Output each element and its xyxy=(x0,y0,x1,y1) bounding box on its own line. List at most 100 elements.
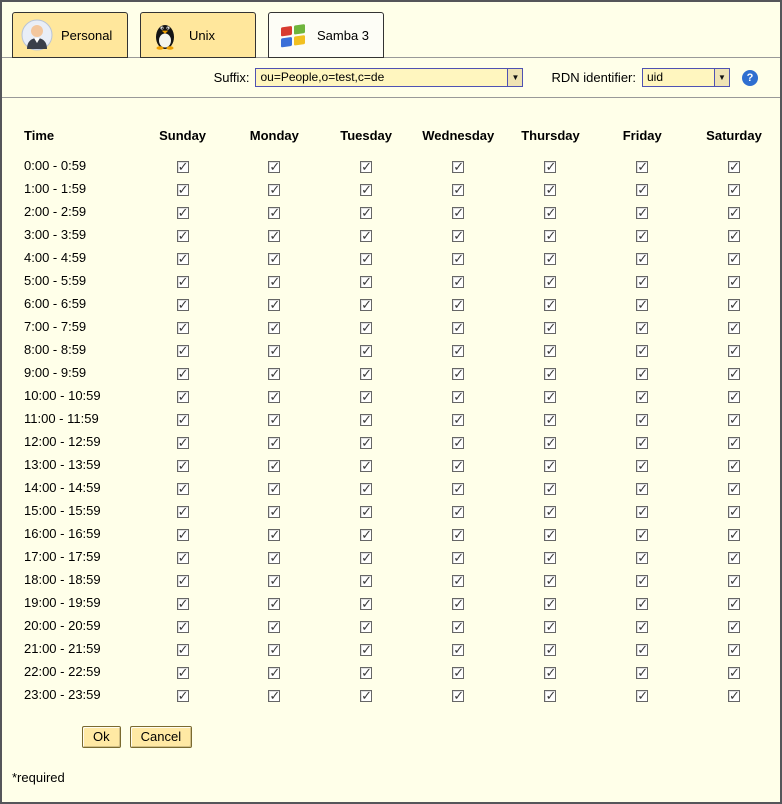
hour-checkbox[interactable] xyxy=(728,414,740,426)
hour-checkbox[interactable] xyxy=(268,322,280,334)
hour-checkbox[interactable] xyxy=(728,161,740,173)
hour-checkbox[interactable] xyxy=(452,598,464,610)
hour-checkbox[interactable] xyxy=(268,667,280,679)
hour-checkbox[interactable] xyxy=(728,644,740,656)
hour-checkbox[interactable] xyxy=(636,161,648,173)
hour-checkbox[interactable] xyxy=(268,552,280,564)
hour-checkbox[interactable] xyxy=(728,437,740,449)
hour-checkbox[interactable] xyxy=(452,345,464,357)
hour-checkbox[interactable] xyxy=(452,414,464,426)
hour-checkbox[interactable] xyxy=(728,506,740,518)
hour-checkbox[interactable] xyxy=(636,299,648,311)
hour-checkbox[interactable] xyxy=(636,368,648,380)
hour-checkbox[interactable] xyxy=(728,483,740,495)
hour-checkbox[interactable] xyxy=(452,322,464,334)
hour-checkbox[interactable] xyxy=(360,276,372,288)
hour-checkbox[interactable] xyxy=(177,437,189,449)
hour-checkbox[interactable] xyxy=(268,345,280,357)
hour-checkbox[interactable] xyxy=(177,483,189,495)
hour-checkbox[interactable] xyxy=(360,529,372,541)
hour-checkbox[interactable] xyxy=(636,690,648,702)
hour-checkbox[interactable] xyxy=(544,414,556,426)
hour-checkbox[interactable] xyxy=(452,552,464,564)
hour-checkbox[interactable] xyxy=(636,276,648,288)
hour-checkbox[interactable] xyxy=(636,667,648,679)
hour-checkbox[interactable] xyxy=(452,621,464,633)
hour-checkbox[interactable] xyxy=(268,276,280,288)
hour-checkbox[interactable] xyxy=(177,184,189,196)
hour-checkbox[interactable] xyxy=(728,322,740,334)
hour-checkbox[interactable] xyxy=(268,575,280,587)
hour-checkbox[interactable] xyxy=(360,552,372,564)
hour-checkbox[interactable] xyxy=(636,529,648,541)
hour-checkbox[interactable] xyxy=(268,299,280,311)
hour-checkbox[interactable] xyxy=(360,621,372,633)
hour-checkbox[interactable] xyxy=(268,506,280,518)
hour-checkbox[interactable] xyxy=(360,575,372,587)
hour-checkbox[interactable] xyxy=(177,368,189,380)
hour-checkbox[interactable] xyxy=(452,161,464,173)
hour-checkbox[interactable] xyxy=(268,598,280,610)
hour-checkbox[interactable] xyxy=(728,184,740,196)
hour-checkbox[interactable] xyxy=(177,506,189,518)
hour-checkbox[interactable] xyxy=(728,368,740,380)
hour-checkbox[interactable] xyxy=(360,598,372,610)
hour-checkbox[interactable] xyxy=(452,207,464,219)
hour-checkbox[interactable] xyxy=(177,299,189,311)
hour-checkbox[interactable] xyxy=(544,621,556,633)
hour-checkbox[interactable] xyxy=(360,437,372,449)
hour-checkbox[interactable] xyxy=(544,345,556,357)
hour-checkbox[interactable] xyxy=(268,207,280,219)
hour-checkbox[interactable] xyxy=(636,391,648,403)
hour-checkbox[interactable] xyxy=(177,345,189,357)
hour-checkbox[interactable] xyxy=(544,207,556,219)
hour-checkbox[interactable] xyxy=(544,690,556,702)
hour-checkbox[interactable] xyxy=(268,230,280,242)
hour-checkbox[interactable] xyxy=(636,575,648,587)
hour-checkbox[interactable] xyxy=(268,184,280,196)
hour-checkbox[interactable] xyxy=(360,506,372,518)
hour-checkbox[interactable] xyxy=(636,184,648,196)
hour-checkbox[interactable] xyxy=(360,391,372,403)
hour-checkbox[interactable] xyxy=(544,161,556,173)
hour-checkbox[interactable] xyxy=(177,621,189,633)
hour-checkbox[interactable] xyxy=(360,690,372,702)
hour-checkbox[interactable] xyxy=(636,437,648,449)
hour-checkbox[interactable] xyxy=(728,667,740,679)
hour-checkbox[interactable] xyxy=(544,460,556,472)
chevron-down-icon[interactable]: ▼ xyxy=(714,69,729,86)
hour-checkbox[interactable] xyxy=(452,184,464,196)
hour-checkbox[interactable] xyxy=(177,460,189,472)
hour-checkbox[interactable] xyxy=(268,391,280,403)
hour-checkbox[interactable] xyxy=(360,368,372,380)
hour-checkbox[interactable] xyxy=(544,667,556,679)
hour-checkbox[interactable] xyxy=(728,552,740,564)
hour-checkbox[interactable] xyxy=(177,690,189,702)
hour-checkbox[interactable] xyxy=(728,690,740,702)
hour-checkbox[interactable] xyxy=(544,391,556,403)
hour-checkbox[interactable] xyxy=(544,253,556,265)
hour-checkbox[interactable] xyxy=(636,483,648,495)
hour-checkbox[interactable] xyxy=(544,506,556,518)
hour-checkbox[interactable] xyxy=(360,184,372,196)
hour-checkbox[interactable] xyxy=(728,460,740,472)
hour-checkbox[interactable] xyxy=(177,414,189,426)
hour-checkbox[interactable] xyxy=(636,506,648,518)
hour-checkbox[interactable] xyxy=(728,529,740,541)
ok-button[interactable]: Ok xyxy=(82,726,121,748)
chevron-down-icon[interactable]: ▼ xyxy=(507,69,522,86)
hour-checkbox[interactable] xyxy=(544,299,556,311)
cancel-button[interactable]: Cancel xyxy=(130,726,192,748)
hour-checkbox[interactable] xyxy=(177,230,189,242)
hour-checkbox[interactable] xyxy=(728,299,740,311)
hour-checkbox[interactable] xyxy=(636,414,648,426)
hour-checkbox[interactable] xyxy=(728,345,740,357)
hour-checkbox[interactable] xyxy=(268,253,280,265)
hour-checkbox[interactable] xyxy=(268,437,280,449)
hour-checkbox[interactable] xyxy=(544,322,556,334)
hour-checkbox[interactable] xyxy=(360,667,372,679)
hour-checkbox[interactable] xyxy=(544,184,556,196)
hour-checkbox[interactable] xyxy=(177,322,189,334)
hour-checkbox[interactable] xyxy=(636,621,648,633)
hour-checkbox[interactable] xyxy=(177,644,189,656)
